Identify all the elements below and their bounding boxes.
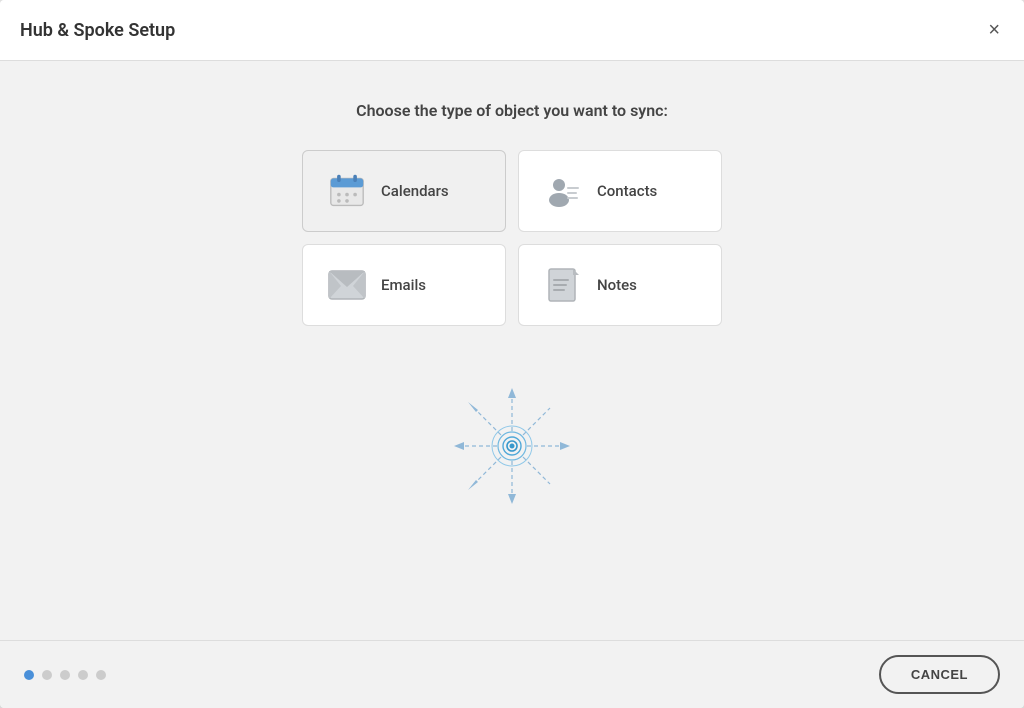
modal-body: Choose the type of object you want to sy… xyxy=(0,61,1024,640)
hub-spoke-diagram xyxy=(432,366,592,526)
contacts-label: Contacts xyxy=(597,182,657,200)
hub-spoke-modal: Hub & Spoke Setup × Choose the type of o… xyxy=(0,0,1024,708)
option-notes[interactable]: Notes xyxy=(518,244,722,326)
close-button[interactable]: × xyxy=(984,16,1004,44)
notes-label: Notes xyxy=(597,276,637,294)
option-contacts[interactable]: Contacts xyxy=(518,150,722,232)
contacts-icon xyxy=(543,171,583,211)
emails-icon xyxy=(327,265,367,305)
emails-label: Emails xyxy=(381,276,426,294)
dot-1 xyxy=(24,670,34,680)
calendars-icon xyxy=(327,171,367,211)
dot-3 xyxy=(60,670,70,680)
option-emails[interactable]: Emails xyxy=(302,244,506,326)
modal-title: Hub & Spoke Setup xyxy=(20,20,175,41)
options-grid: Calendars Contacts xyxy=(302,150,722,326)
notes-icon xyxy=(543,265,583,305)
cancel-button[interactable]: CANCEL xyxy=(879,655,1000,694)
calendars-label: Calendars xyxy=(381,182,449,200)
prompt-text: Choose the type of object you want to sy… xyxy=(356,101,668,120)
progress-dots xyxy=(24,670,106,680)
dot-4 xyxy=(78,670,88,680)
modal-header: Hub & Spoke Setup × xyxy=(0,0,1024,61)
dot-5 xyxy=(96,670,106,680)
modal-footer: CANCEL xyxy=(0,640,1024,708)
dot-2 xyxy=(42,670,52,680)
option-calendars[interactable]: Calendars xyxy=(302,150,506,232)
